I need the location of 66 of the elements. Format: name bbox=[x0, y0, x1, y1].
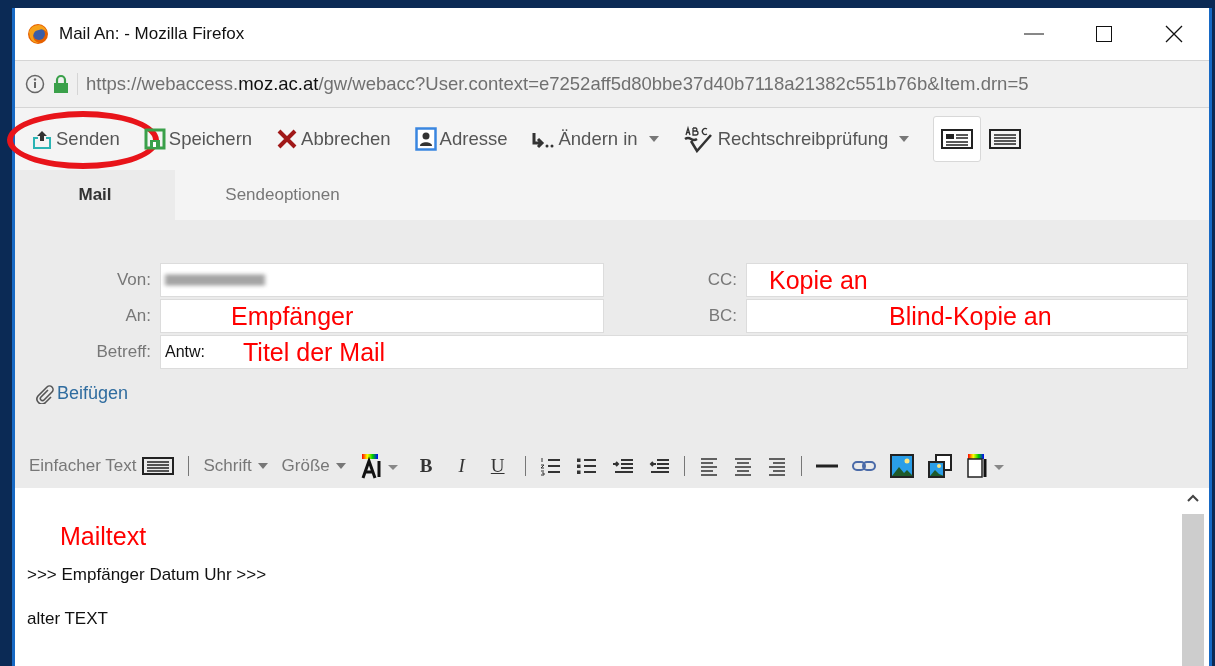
toolbar-button[interactable]: Rechtschreibprüfung bbox=[682, 125, 910, 153]
toolbar-button[interactable]: Speichern bbox=[143, 128, 253, 150]
dropdown-menu[interactable]: Schrift bbox=[203, 456, 268, 476]
text-layout-icon bbox=[989, 129, 1022, 149]
padlock-icon bbox=[53, 74, 69, 94]
font-color-button[interactable] bbox=[359, 453, 400, 479]
header-layout-icon bbox=[941, 129, 974, 149]
toolbar-button[interactable]: Ändern in bbox=[531, 128, 659, 150]
upload-tray-icon bbox=[31, 128, 53, 150]
horizontal-rule-icon[interactable] bbox=[815, 464, 838, 468]
info-icon[interactable] bbox=[25, 74, 45, 94]
align-left-icon[interactable] bbox=[699, 458, 718, 476]
dropdown-menu[interactable]: Größe bbox=[281, 456, 346, 476]
background-color-button[interactable] bbox=[965, 453, 1006, 479]
bullet-list-icon[interactable] bbox=[576, 458, 597, 474]
spellcheck-icon bbox=[682, 125, 715, 153]
input-field[interactable] bbox=[160, 263, 604, 297]
mail-text-line: >>> Empfänger Datum Uhr >>> bbox=[27, 565, 267, 585]
annotation-text: Mailtext bbox=[60, 522, 147, 551]
input-field[interactable]: Kopie an bbox=[746, 263, 1188, 297]
input-field[interactable]: Blind-Kopie an bbox=[746, 299, 1188, 333]
firefox-logo-icon bbox=[27, 23, 49, 45]
align-center-icon[interactable] bbox=[733, 458, 752, 476]
tab[interactable]: Mail bbox=[15, 170, 175, 220]
text-layout-icon bbox=[142, 457, 175, 475]
window-title: Mail An: - Mozilla Firefox bbox=[59, 24, 246, 44]
paperclip-icon bbox=[35, 383, 55, 404]
field-label: Von: bbox=[115, 270, 151, 290]
toolbar-button[interactable]: Senden bbox=[31, 128, 120, 150]
caret-icon bbox=[335, 463, 346, 469]
input-field[interactable]: Empfänger bbox=[160, 299, 604, 333]
tab[interactable]: Sendeoptionen bbox=[175, 170, 390, 220]
x-icon bbox=[276, 128, 299, 150]
mail-text-line: alter TEXT bbox=[27, 609, 108, 629]
outdent-icon[interactable] bbox=[649, 459, 670, 473]
caret-icon bbox=[257, 463, 268, 469]
format-button[interactable]: B bbox=[413, 455, 439, 477]
minimize-icon bbox=[1024, 33, 1044, 35]
indent-icon[interactable] bbox=[611, 459, 634, 473]
toolbar-button[interactable]: Abbrechen bbox=[276, 128, 391, 150]
close-icon bbox=[1165, 25, 1183, 43]
attach-link[interactable]: Beifügen bbox=[35, 383, 129, 404]
field-label: Betreff: bbox=[95, 342, 151, 362]
field-label: CC: bbox=[706, 270, 737, 290]
align-right-icon[interactable] bbox=[767, 458, 786, 476]
numbered-list-icon[interactable] bbox=[540, 457, 561, 476]
scrollbar-thumb[interactable] bbox=[1182, 514, 1204, 666]
maximize-icon bbox=[1096, 26, 1112, 42]
annotation-text: Titel der Mail bbox=[243, 337, 386, 367]
plain-text-toggle[interactable]: Einfacher Text bbox=[29, 456, 175, 476]
format-button[interactable]: U bbox=[484, 455, 511, 477]
field-label: BC: bbox=[707, 306, 737, 326]
toolbar-button[interactable]: Adresse bbox=[414, 127, 508, 151]
images-icon[interactable] bbox=[927, 454, 952, 478]
view-toggle-button[interactable] bbox=[933, 116, 982, 162]
contact-card-icon bbox=[414, 127, 437, 151]
caret-icon bbox=[899, 136, 910, 142]
input-field[interactable]: Antw: Titel der Mail bbox=[160, 335, 1188, 369]
link-icon[interactable] bbox=[851, 460, 876, 472]
caret-icon bbox=[648, 136, 659, 142]
format-button[interactable]: I bbox=[452, 455, 471, 477]
annotation-text: Blind-Kopie an bbox=[889, 301, 1052, 331]
field-label: An: bbox=[124, 306, 151, 326]
annotation-text: Empfänger bbox=[231, 301, 354, 331]
image-icon[interactable] bbox=[889, 454, 914, 478]
annotation-text: Kopie an bbox=[769, 265, 868, 295]
